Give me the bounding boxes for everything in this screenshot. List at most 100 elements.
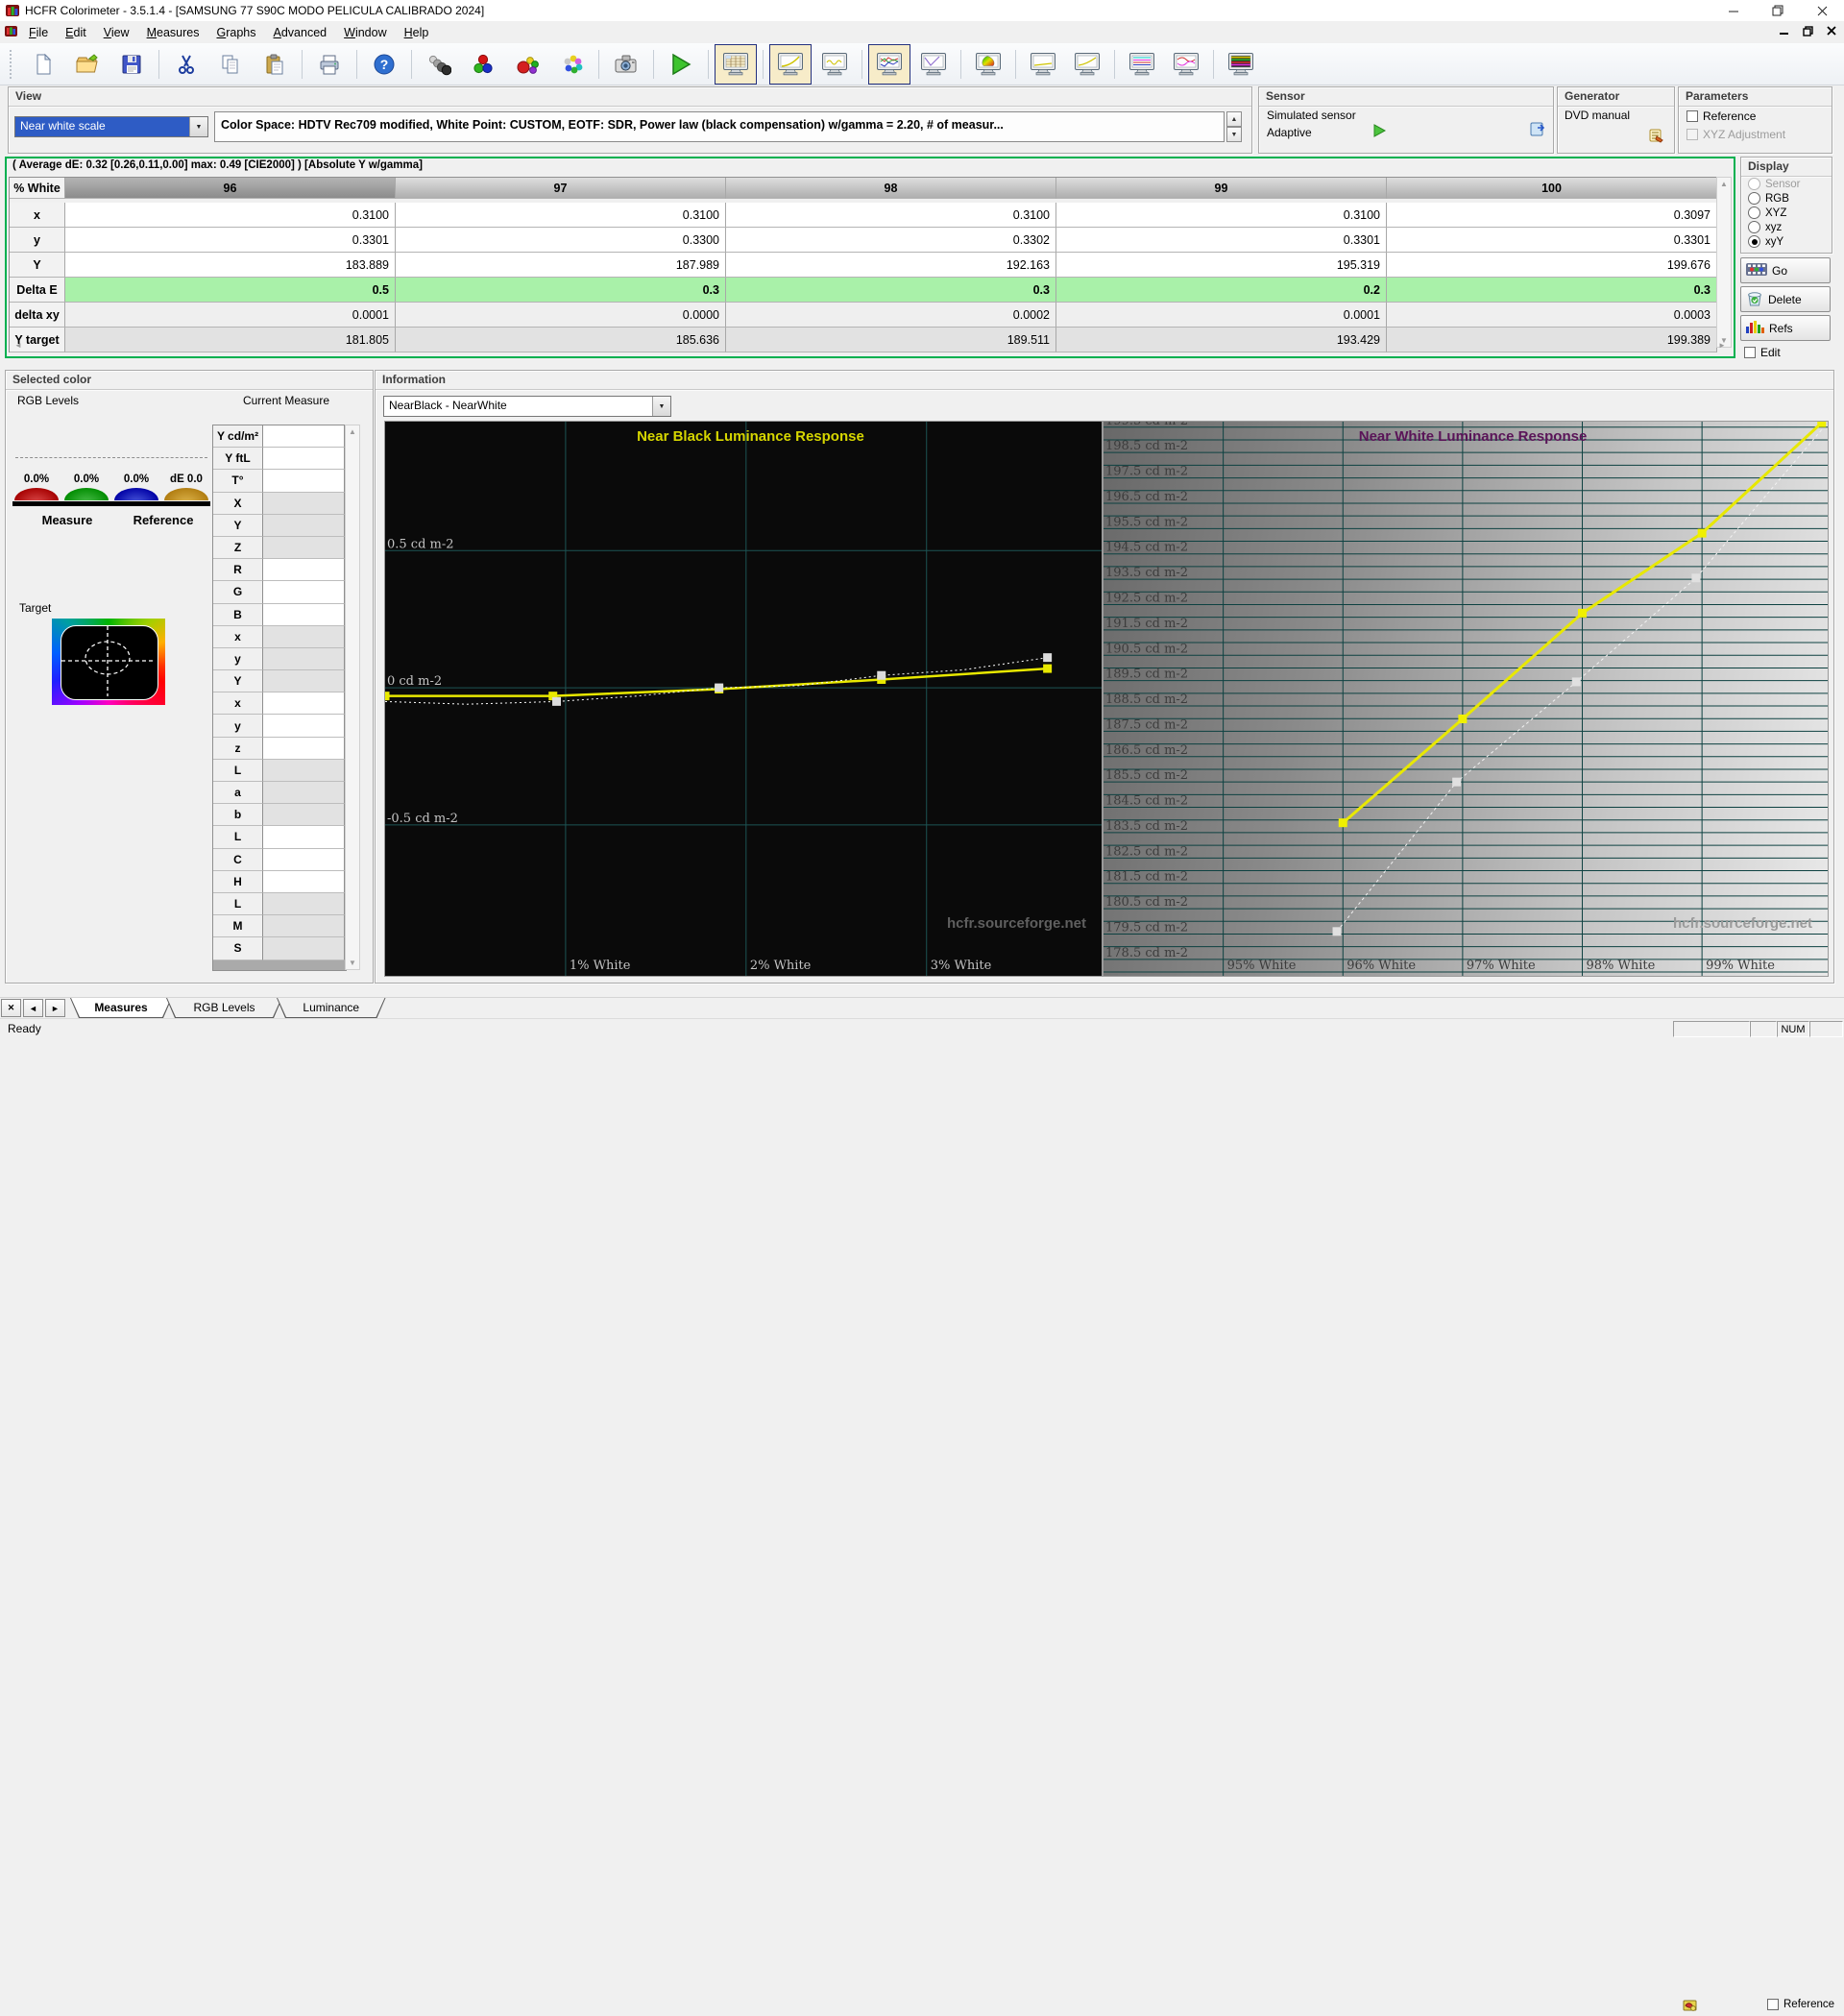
tab-luminance[interactable]: Luminance — [277, 998, 386, 1018]
table-cell[interactable]: 199.676 — [1387, 253, 1717, 278]
sensor-run-icon[interactable] — [1372, 124, 1387, 140]
menu-view[interactable]: View — [95, 23, 138, 42]
sensor-config-icon[interactable] — [1530, 120, 1546, 139]
table-vertical-scrollbar[interactable]: ▲ ▼ — [1716, 177, 1732, 348]
table-cell[interactable]: 0.0003 — [1387, 303, 1717, 328]
checkbox-icon[interactable] — [1744, 347, 1756, 358]
edit-checkbox[interactable]: Edit — [1744, 346, 1781, 359]
table-cell[interactable]: 183.889 — [65, 253, 396, 278]
child-restore-button[interactable] — [1803, 26, 1813, 39]
view-mode-select[interactable]: Near white scale ▼ — [14, 116, 208, 137]
menu-edit[interactable]: Edit — [57, 23, 95, 42]
minimize-button[interactable] — [1711, 0, 1756, 21]
generator-config-icon[interactable] — [1648, 128, 1665, 147]
primary-colors-button[interactable] — [506, 44, 548, 85]
gamma-view-button[interactable] — [769, 44, 812, 85]
next-tab-button[interactable]: ► — [45, 999, 65, 1017]
table-cell[interactable]: 0.3097 — [1387, 203, 1717, 228]
table-cell[interactable]: 195.319 — [1056, 253, 1387, 278]
current-measure-scrollbar[interactable]: ▲ ▼ — [345, 425, 360, 970]
table-cell[interactable]: 0.3100 — [65, 203, 396, 228]
column-header-100[interactable]: 100 — [1387, 178, 1717, 199]
spinner-down-icon[interactable]: ▼ — [1226, 127, 1242, 142]
table-cell[interactable]: 189.511 — [726, 328, 1056, 352]
spinner-up-icon[interactable]: ▲ — [1226, 111, 1242, 127]
menu-window[interactable]: Window — [335, 23, 395, 42]
capture-button[interactable] — [605, 44, 647, 85]
table-cell[interactable]: 0.3100 — [1056, 203, 1387, 228]
menu-help[interactable]: Help — [396, 23, 438, 42]
table-cell[interactable]: 0.3301 — [1387, 228, 1717, 253]
scroll-down-icon[interactable]: ▼ — [349, 957, 356, 969]
table-cell[interactable]: 0.3302 — [726, 228, 1056, 253]
column-header-99[interactable]: 99 — [1056, 178, 1387, 199]
saturation-scale-button[interactable] — [550, 44, 593, 85]
print-button[interactable] — [308, 44, 351, 85]
information-view-select[interactable]: NearBlack - NearWhite ▼ — [383, 396, 671, 417]
restore-button[interactable] — [1756, 0, 1800, 21]
table-cell[interactable]: 199.389 — [1387, 328, 1717, 352]
white-level-view-button[interactable] — [1022, 44, 1064, 85]
go-button[interactable]: Go — [1740, 257, 1831, 283]
menu-graphs[interactable]: Graphs — [208, 23, 265, 42]
info-spinner[interactable]: ▲ ▼ — [1226, 111, 1242, 142]
menu-file[interactable]: File — [20, 23, 57, 42]
display-option-rgb[interactable]: RGB — [1741, 191, 1832, 206]
rgb-levels-view-button[interactable] — [868, 44, 910, 85]
delta-e-view-button[interactable] — [912, 44, 955, 85]
table-cell[interactable]: 0.5 — [65, 278, 396, 303]
table-cell[interactable]: 193.429 — [1056, 328, 1387, 352]
help-button[interactable]: ? — [363, 44, 405, 85]
new-file-button[interactable] — [22, 44, 64, 85]
table-cell[interactable]: 0.0001 — [65, 303, 396, 328]
save-file-button[interactable] — [110, 44, 153, 85]
checkbox-icon[interactable] — [1686, 110, 1698, 122]
scroll-left-icon[interactable]: ◄ — [14, 339, 22, 352]
near-black-view-button[interactable] — [813, 44, 856, 85]
color-temp-view-button[interactable] — [1121, 44, 1163, 85]
table-cell[interactable]: 0.3 — [396, 278, 726, 303]
column-header-96[interactable]: 96 — [65, 178, 396, 199]
column-header-97[interactable]: 97 — [396, 178, 726, 199]
chevron-down-icon[interactable]: ▼ — [652, 397, 670, 416]
reference-bottom-checkbox[interactable]: Reference — [1767, 1999, 1834, 2010]
run-measures-button[interactable] — [660, 44, 702, 85]
free-measures-button[interactable] — [462, 44, 504, 85]
radio-icon[interactable] — [1748, 235, 1760, 248]
gamut-view-button[interactable] — [1220, 44, 1262, 85]
table-cell[interactable]: 181.805 — [65, 328, 396, 352]
checkbox-icon[interactable] — [1767, 1999, 1779, 2010]
scroll-up-icon[interactable]: ▲ — [349, 425, 356, 438]
display-option-xyy[interactable]: xyY — [1741, 234, 1832, 249]
table-cell[interactable]: 0.0002 — [726, 303, 1056, 328]
table-cell[interactable]: 185.636 — [396, 328, 726, 352]
table-cell[interactable]: 0.3 — [726, 278, 1056, 303]
cut-button[interactable] — [165, 44, 207, 85]
tab-rgb-levels[interactable]: RGB Levels — [166, 998, 282, 1018]
copy-button[interactable] — [209, 44, 252, 85]
menu-advanced[interactable]: Advanced — [265, 23, 336, 42]
reference-palette-icon[interactable] — [1683, 1998, 1698, 2016]
sensor-settings-button[interactable] — [418, 44, 460, 85]
display-option-xyz[interactable]: XYZ — [1741, 206, 1832, 220]
saturation-view-button[interactable] — [1165, 44, 1207, 85]
tab-measures[interactable]: Measures — [70, 998, 172, 1018]
radio-icon[interactable] — [1748, 221, 1760, 233]
table-cell[interactable]: 0.3301 — [1056, 228, 1387, 253]
table-cell[interactable]: 0.2 — [1056, 278, 1387, 303]
table-cell[interactable]: 0.3100 — [396, 203, 726, 228]
table-cell[interactable]: 0.3100 — [726, 203, 1056, 228]
delete-button[interactable]: Delete — [1740, 286, 1831, 312]
scroll-up-icon[interactable]: ▲ — [1720, 178, 1728, 190]
luminance-view-button[interactable] — [1066, 44, 1108, 85]
column-header-98[interactable]: 98 — [726, 178, 1056, 199]
table-cell[interactable]: 0.3301 — [65, 228, 396, 253]
reference-checkbox[interactable]: Reference — [1686, 109, 1756, 123]
child-close-button[interactable] — [1827, 26, 1836, 38]
close-view-button[interactable]: ✕ — [1, 999, 21, 1017]
scroll-right-icon[interactable]: ► — [1718, 339, 1726, 352]
close-button[interactable] — [1800, 0, 1844, 21]
radio-icon[interactable] — [1748, 206, 1760, 219]
table-cell[interactable]: 0.0000 — [396, 303, 726, 328]
cie-diagram-view-button[interactable] — [967, 44, 1009, 85]
